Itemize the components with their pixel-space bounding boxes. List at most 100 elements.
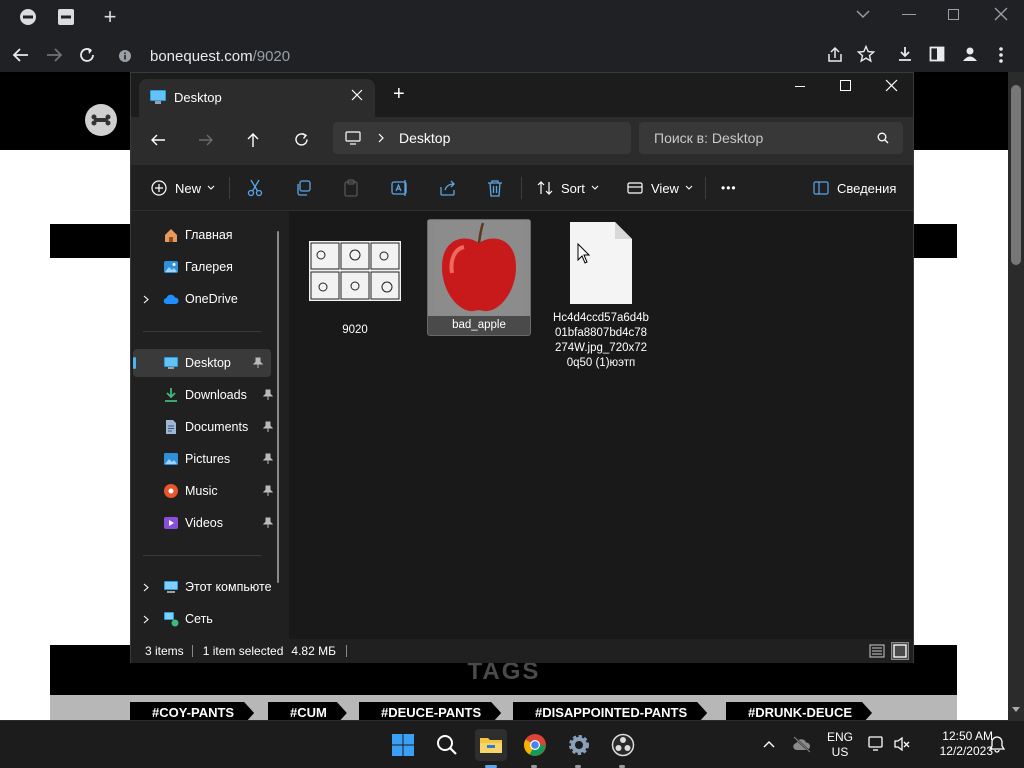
file-item[interactable]: 9020 xyxy=(303,221,407,338)
taskbar-search-button[interactable] xyxy=(431,729,463,761)
explorer-address-row: Desktop Поиск в: Desktop xyxy=(131,117,913,165)
more-options-button[interactable]: ••• xyxy=(721,165,737,211)
nav-item-music[interactable]: Music xyxy=(131,477,281,505)
details-view-icon[interactable] xyxy=(869,643,885,659)
new-label: New xyxy=(175,180,202,196)
pin-icon[interactable] xyxy=(253,357,263,369)
site-info-icon[interactable] xyxy=(118,49,132,63)
volume-muted-icon[interactable] xyxy=(893,736,911,752)
start-button[interactable] xyxy=(387,729,419,761)
language-indicator[interactable]: ENG US xyxy=(826,730,854,760)
close-browser-icon[interactable] xyxy=(993,6,1009,22)
share-icon[interactable] xyxy=(826,46,844,64)
copy-icon[interactable] xyxy=(295,180,311,196)
share-icon[interactable] xyxy=(439,179,457,197)
new-explorer-tab-button[interactable]: + xyxy=(393,84,405,104)
clock[interactable]: 12:50 AM 12/2/2023 xyxy=(918,729,993,759)
status-divider xyxy=(345,645,347,657)
onedrive-tray-icon[interactable] xyxy=(792,735,812,753)
pin-icon[interactable] xyxy=(263,485,273,497)
explorer-close-icon[interactable] xyxy=(885,79,898,92)
nav-item-home[interactable]: Главная xyxy=(131,221,281,249)
show-hidden-icons-icon[interactable] xyxy=(763,740,775,748)
new-button[interactable]: New xyxy=(151,165,215,211)
paste-icon[interactable] xyxy=(343,179,359,197)
search-icon xyxy=(437,735,457,755)
nav-item-onedrive[interactable]: OneDrive xyxy=(131,285,281,313)
obs-icon xyxy=(611,733,635,757)
view-button[interactable]: View xyxy=(627,165,693,211)
network-tray-icon[interactable] xyxy=(868,736,886,752)
restore-icon[interactable] xyxy=(948,9,959,20)
nav-item-network[interactable]: Сеть xyxy=(131,605,281,633)
expand-chevron-icon[interactable] xyxy=(143,295,149,304)
taskbar-settings[interactable] xyxy=(563,729,595,761)
side-panel-icon[interactable] xyxy=(929,46,945,62)
file-item-selected[interactable]: bad_apple xyxy=(427,219,531,336)
forward-icon[interactable] xyxy=(45,46,63,64)
details-pane-button[interactable]: Сведения xyxy=(813,165,896,211)
tab-search-icon[interactable] xyxy=(855,8,871,20)
refresh-icon[interactable] xyxy=(294,132,309,147)
folder-icon xyxy=(480,738,502,753)
download-icon xyxy=(165,388,177,402)
large-icons-view-icon[interactable] xyxy=(891,642,909,660)
reload-icon[interactable] xyxy=(78,46,96,64)
profile-icon[interactable] xyxy=(961,45,979,63)
taskbar-obs[interactable] xyxy=(607,729,639,761)
search-icon xyxy=(877,132,889,144)
chrome-menu-icon[interactable] xyxy=(998,46,1004,64)
cut-icon[interactable] xyxy=(247,179,263,197)
explorer-maximize-icon[interactable] xyxy=(840,80,851,91)
address-box[interactable]: Desktop xyxy=(333,122,631,154)
delete-icon[interactable] xyxy=(487,179,503,197)
scroll-down-icon[interactable] xyxy=(1011,706,1021,714)
pin-icon[interactable] xyxy=(263,421,273,433)
pin-icon[interactable] xyxy=(263,453,273,465)
search-box[interactable]: Поиск в: Desktop xyxy=(639,122,903,154)
back-icon[interactable] xyxy=(12,46,30,64)
nav-item-desktop[interactable]: Desktop xyxy=(133,349,271,377)
toolbar-divider xyxy=(705,177,706,199)
notification-bell-icon[interactable] xyxy=(989,735,1005,753)
site-logo-icon[interactable] xyxy=(85,104,117,136)
expand-chevron-icon[interactable] xyxy=(143,583,149,592)
back-arrow-icon[interactable] xyxy=(150,133,166,147)
explorer-minimize-icon[interactable] xyxy=(795,86,805,87)
blank-file-thumbnail xyxy=(549,221,653,304)
up-arrow-icon[interactable] xyxy=(246,132,260,148)
explorer-command-bar: New Sort View ••• Сведения xyxy=(131,165,913,211)
scrollbar-thumb[interactable] xyxy=(1011,85,1021,265)
file-item[interactable]: Hc4d4ccd57a6d4b01bfa8807bd4c78274W.jpg_7… xyxy=(549,221,653,371)
nav-item-this-pc[interactable]: Этот компьюте xyxy=(131,573,281,601)
status-divider xyxy=(191,645,193,657)
taskbar-file-explorer[interactable] xyxy=(475,729,507,761)
pin-icon[interactable] xyxy=(263,389,273,401)
nav-item-downloads[interactable]: Downloads xyxy=(131,381,281,409)
cloud-icon xyxy=(163,294,179,305)
bone-favicon-icon xyxy=(20,9,36,25)
nav-pane-scrollbar[interactable] xyxy=(277,231,279,583)
explorer-tab-desktop[interactable]: Desktop xyxy=(139,79,375,117)
address-bar[interactable]: bonequest.com/9020 xyxy=(110,42,880,70)
sort-label: Sort xyxy=(561,180,585,196)
bookmark-star-icon[interactable] xyxy=(857,45,875,63)
rename-icon[interactable] xyxy=(391,179,409,197)
new-tab-button[interactable]: + xyxy=(96,4,124,30)
nav-item-pictures[interactable]: Pictures xyxy=(131,445,281,473)
breadcrumb-chevron-icon[interactable] xyxy=(377,133,385,143)
nav-item-gallery[interactable]: Галерея xyxy=(131,253,281,281)
sort-button[interactable]: Sort xyxy=(537,165,599,211)
downloads-icon[interactable] xyxy=(896,45,914,63)
pin-icon[interactable] xyxy=(263,517,273,529)
nav-item-documents[interactable]: Documents xyxy=(131,413,281,441)
browser-tab-2[interactable] xyxy=(52,4,80,30)
browser-tab-1[interactable] xyxy=(14,4,42,30)
forward-arrow-icon[interactable] xyxy=(198,133,214,147)
nav-item-videos[interactable]: Videos xyxy=(131,509,281,537)
taskbar-chrome[interactable] xyxy=(519,729,551,761)
minimize-icon[interactable] xyxy=(902,14,916,15)
expand-chevron-icon[interactable] xyxy=(143,615,149,624)
sort-icon xyxy=(537,181,553,195)
close-tab-icon[interactable] xyxy=(351,89,363,101)
